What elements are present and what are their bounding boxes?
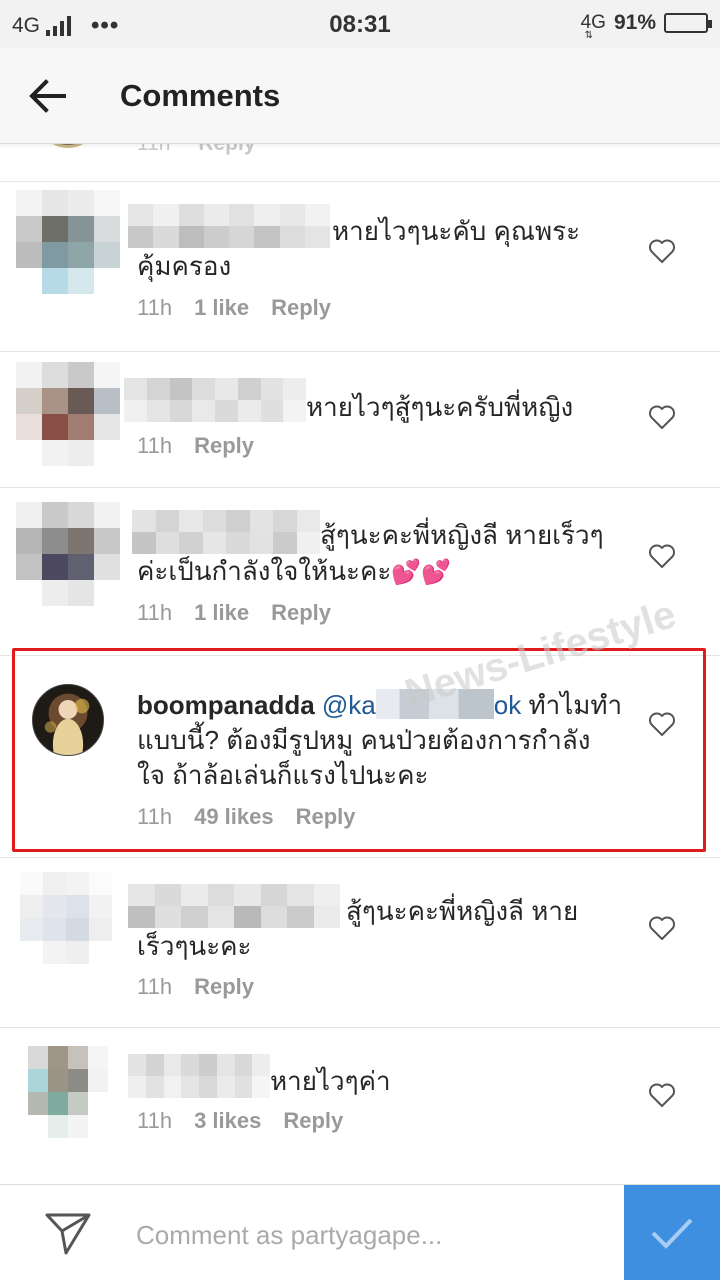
comment-meta: 11h Reply	[137, 144, 256, 156]
username-blurred[interactable]	[128, 204, 330, 248]
comment-text: สู้ๆนะคะพี่หญิงลี หายเร็วๆ	[320, 520, 604, 550]
comment-composer	[0, 1184, 720, 1280]
arrow-left-icon	[29, 79, 66, 113]
comment-time: 11h	[137, 144, 170, 155]
comment-text: หายไวๆนะคับ คุณพระ	[332, 216, 581, 246]
comment-time: 11h	[137, 804, 173, 829]
comment-text-line2-text: ค่ะเป็นกำลังใจให้นะคะ	[137, 556, 392, 586]
comment-text-line1: ทำไมทำ	[528, 690, 623, 720]
comment-meta: 11h 3 likes Reply	[137, 1108, 343, 1134]
likes-count[interactable]: 1 like	[194, 295, 249, 321]
comment-item-highlighted: boompanadda @ka ok ทำไมทำ แบบนี้? ต้องมีร…	[0, 656, 720, 858]
page-title: Comments	[120, 78, 281, 113]
username-blurred[interactable]	[128, 884, 340, 928]
reply-link[interactable]: Reply	[283, 1108, 343, 1134]
avatar-blurred[interactable]	[16, 362, 120, 466]
likes-count[interactable]: 1 like	[194, 600, 249, 626]
avatar	[44, 144, 92, 148]
comment-time: 11h	[137, 1108, 173, 1133]
reply-link[interactable]: Reply	[271, 600, 331, 626]
avatar-blurred[interactable]	[16, 190, 120, 294]
reply-link[interactable]: Reply	[194, 974, 254, 1000]
network-4g-icon: 4G ⇅	[580, 12, 606, 41]
heart-icon[interactable]	[648, 711, 676, 737]
comment-username[interactable]: boompanadda	[137, 690, 315, 720]
comment-text-line2: คุ้มครอง	[137, 251, 232, 281]
likes-count[interactable]: 49 likes	[194, 804, 274, 830]
comment-time: 11h	[137, 600, 173, 625]
comment-text: สู้ๆนะคะพี่หญิงลี หาย	[346, 896, 579, 926]
avatar-blurred[interactable]	[28, 1046, 108, 1138]
reply-link[interactable]: Reply	[198, 144, 255, 155]
comment-text-line3: ใจ ถ้าล้อเล่นก็แรงไปนะคะ	[137, 760, 429, 790]
header-bar: Comments	[0, 48, 720, 144]
battery-percent: 91%	[613, 11, 656, 34]
comment-item: สู้ๆนะคะพี่หญิงลี หาย เร็วๆนะคะ 11h Repl…	[0, 858, 720, 1028]
heart-icon[interactable]	[648, 543, 676, 569]
comment-item: หายไวๆค่า 11h 3 likes Reply	[0, 1028, 720, 1184]
comment-partial: 11h Reply	[0, 144, 720, 182]
back-button[interactable]	[24, 74, 72, 118]
status-bar: 4G ••• 08:31 4G ⇅ 91%	[0, 0, 720, 48]
battery-icon	[664, 13, 712, 33]
avatar-blurred[interactable]	[16, 502, 120, 606]
two-hearts-icon: 💕💕	[391, 559, 452, 586]
username-blurred[interactable]	[132, 510, 320, 554]
reply-link[interactable]: Reply	[271, 295, 331, 321]
heart-icon[interactable]	[648, 1082, 676, 1108]
comment-item: หายไวๆสู้ๆนะครับพี่หญิง 11h Reply	[0, 352, 720, 488]
status-right: 4G ⇅ 91%	[580, 11, 712, 41]
comment-time: 11h	[137, 433, 173, 458]
paper-plane-icon[interactable]	[44, 1211, 92, 1257]
reply-link[interactable]: Reply	[194, 433, 254, 459]
avatar[interactable]	[32, 684, 104, 756]
comment-meta: 11h 1 like Reply	[137, 600, 331, 626]
likes-count[interactable]: 3 likes	[194, 1108, 261, 1134]
comment-text-line2: เร็วๆนะคะ	[137, 931, 252, 961]
comment-time: 11h	[137, 974, 173, 999]
mention-end: ok	[493, 690, 522, 720]
username-blurred[interactable]	[128, 1054, 270, 1098]
comments-list[interactable]: 11h Reply หายไวๆนะคับ คุณพระ คุ้มครอง 11…	[0, 144, 720, 1184]
post-comment-button[interactable]	[624, 1185, 720, 1280]
comment-meta: 11h 49 likes Reply	[137, 804, 356, 830]
mention-start: @ka	[321, 690, 376, 720]
comment-time: 11h	[137, 295, 173, 320]
comment-text-line2: แบบนี้? ต้องมีรูปหมู คนป่วยต้องการกำลัง	[137, 725, 591, 755]
comment-text-line2: ค่ะเป็นกำลังใจให้นะคะ💕💕	[137, 554, 451, 590]
comment-input[interactable]	[136, 1215, 606, 1255]
heart-icon[interactable]	[648, 238, 676, 264]
heart-icon[interactable]	[648, 404, 676, 430]
comment-text: boompanadda @ka ok ทำไมทำ	[137, 688, 622, 723]
heart-icon[interactable]	[648, 915, 676, 941]
comment-meta: 11h Reply	[137, 974, 254, 1000]
username-blurred[interactable]	[124, 378, 306, 422]
checkmark-icon	[651, 1218, 693, 1249]
comment-item: หายไวๆนะคับ คุณพระ คุ้มครอง 11h 1 like R…	[0, 182, 720, 352]
comment-text: หายไวๆสู้ๆนะครับพี่หญิง	[306, 392, 574, 422]
comment-text: หายไวๆค่า	[270, 1066, 391, 1096]
comment-meta: 11h 1 like Reply	[137, 295, 331, 321]
reply-link[interactable]: Reply	[296, 804, 356, 830]
comment-meta: 11h Reply	[137, 433, 254, 459]
avatar-blurred[interactable]	[20, 872, 112, 964]
